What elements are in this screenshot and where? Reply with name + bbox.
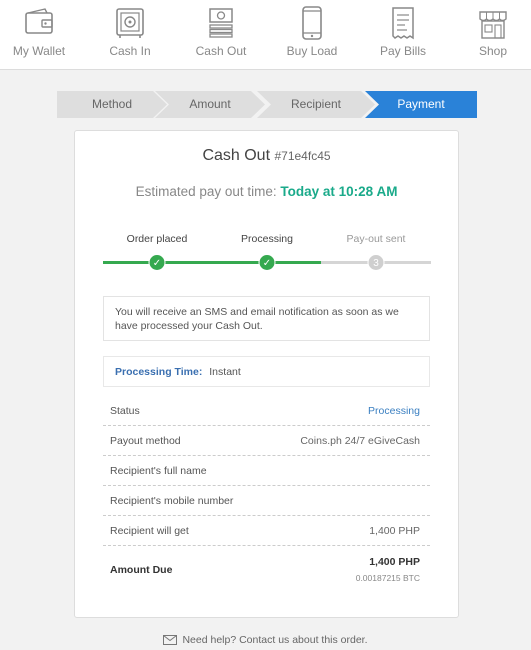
processing-time-label: Processing Time: — [115, 366, 203, 378]
nav-buy-load[interactable]: Buy Load — [268, 0, 356, 70]
nav-label: Cash In — [109, 44, 151, 58]
progress-line-done — [103, 261, 321, 264]
nav-label: Cash Out — [195, 44, 247, 58]
detail-label: Recipient's mobile number — [110, 495, 234, 507]
safe-icon — [116, 8, 144, 38]
progress-label-order-placed: Order placed — [126, 233, 188, 245]
amount-due-btc: 0.00187215 BTC — [355, 573, 420, 583]
nav-cash-out[interactable]: Cash Out — [177, 0, 265, 70]
nav-my-wallet[interactable]: My Wallet — [0, 0, 83, 70]
detail-label: Payout method — [110, 435, 181, 447]
sms-notice: You will receive an SMS and email notifi… — [103, 296, 430, 341]
step-amount[interactable]: Amount — [155, 91, 265, 118]
nav-label: Buy Load — [286, 44, 338, 58]
step-method[interactable]: Method — [57, 91, 167, 118]
detail-label: Recipient will get — [110, 525, 189, 537]
detail-label: Recipient's full name — [110, 465, 207, 477]
nav-label: My Wallet — [12, 44, 66, 58]
progress-label-processing: Processing — [241, 233, 293, 245]
nav-shop[interactable]: Shop — [449, 0, 531, 70]
nav-label: Shop — [478, 44, 508, 58]
nav-label: Pay Bills — [379, 44, 426, 58]
order-progress: Order placed Processing Pay-out sent ✓ ✓… — [103, 231, 431, 276]
step-number-icon: 3 — [367, 254, 385, 271]
shop-icon — [479, 11, 507, 39]
phone-icon — [302, 6, 322, 40]
help-text: Need help? Contact us about this order. — [182, 634, 368, 646]
step-label: Payment — [397, 97, 445, 111]
top-navigation: My Wallet Cash In Cash Out Buy Load Pay … — [0, 0, 531, 70]
check-icon: ✓ — [258, 254, 276, 271]
detail-row-recipient-gets: Recipient will get 1,400 PHP — [103, 516, 430, 546]
detail-row-status: Status Processing — [103, 396, 430, 426]
detail-row-payout-method: Payout method Coins.ph 24/7 eGiveCash — [103, 426, 430, 456]
recipient-gets-value: 1,400 PHP — [369, 525, 420, 537]
estimated-payout: Estimated pay out time: Today at 10:28 A… — [75, 184, 458, 199]
eta-label: Estimated pay out time: — [135, 184, 277, 199]
detail-row-recipient-mobile: Recipient's mobile number — [103, 486, 430, 516]
order-title: Cash Out #71e4fc45 — [75, 147, 458, 165]
order-id: #71e4fc45 — [274, 149, 331, 163]
nav-pay-bills[interactable]: Pay Bills — [359, 0, 447, 70]
detail-label: Amount Due — [110, 564, 173, 576]
help-link[interactable]: Need help? Contact us about this order. — [0, 634, 531, 646]
step-recipient[interactable]: Recipient — [257, 91, 375, 118]
receipt-icon — [392, 7, 414, 40]
processing-time: Processing Time: Instant — [103, 356, 430, 387]
step-label: Recipient — [290, 97, 342, 111]
wallet-icon — [25, 8, 53, 34]
step-label: Amount — [189, 97, 231, 111]
detail-row-recipient-name: Recipient's full name — [103, 456, 430, 486]
cash-out-icon — [209, 8, 233, 38]
nav-cash-in[interactable]: Cash In — [86, 0, 174, 70]
order-type: Cash Out — [202, 147, 271, 164]
check-icon: ✓ — [148, 254, 166, 271]
detail-row-amount-due: Amount Due 1,400 PHP 0.00187215 BTC — [103, 546, 430, 594]
order-details: Status Processing Payout method Coins.ph… — [103, 396, 430, 594]
processing-time-value: Instant — [209, 366, 241, 378]
step-label: Method — [91, 97, 133, 111]
status-value: Processing — [368, 405, 420, 417]
checkout-stepper: Method Amount Recipient Payment — [57, 91, 477, 118]
progress-label-payout-sent: Pay-out sent — [346, 233, 406, 245]
eta-value: Today at 10:28 AM — [280, 184, 398, 199]
detail-label: Status — [110, 405, 140, 417]
order-card: Cash Out #71e4fc45 Estimated pay out tim… — [74, 130, 459, 618]
payout-method-value: Coins.ph 24/7 eGiveCash — [300, 435, 420, 447]
step-payment[interactable]: Payment — [365, 91, 477, 118]
amount-due-value: 1,400 PHP — [369, 556, 420, 568]
envelope-icon — [163, 635, 178, 645]
